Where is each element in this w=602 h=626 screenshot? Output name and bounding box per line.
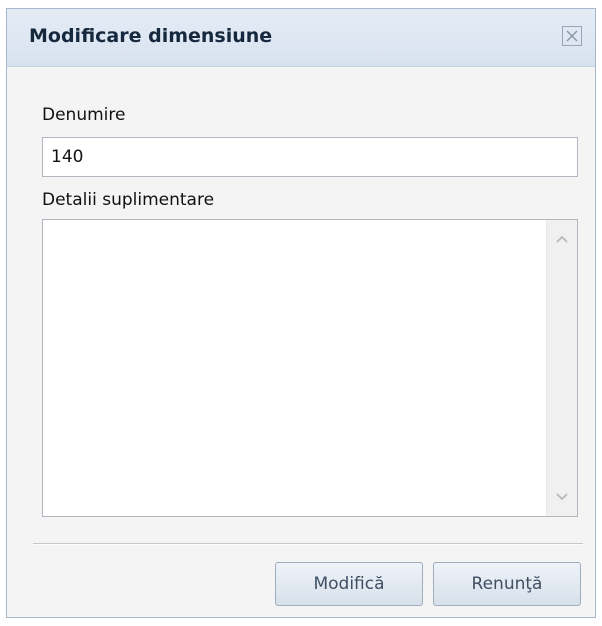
dialog-body: Denumire Detalii suplimentare Modifică bbox=[7, 67, 595, 617]
name-label: Denumire bbox=[42, 105, 126, 125]
details-textarea-container bbox=[42, 219, 578, 517]
name-input[interactable] bbox=[42, 137, 578, 177]
vertical-scrollbar[interactable] bbox=[546, 220, 577, 516]
edit-dimension-dialog: Modificare dimensiune Denumire Detalii s… bbox=[6, 8, 596, 618]
modify-button[interactable]: Modifică bbox=[275, 562, 423, 606]
dialog-titlebar: Modificare dimensiune bbox=[7, 9, 595, 67]
close-icon[interactable] bbox=[561, 25, 583, 47]
dialog-title: Modificare dimensiune bbox=[29, 25, 273, 47]
scroll-down-icon[interactable] bbox=[554, 488, 570, 504]
cancel-button[interactable]: Renunţă bbox=[433, 562, 581, 606]
details-textarea[interactable] bbox=[43, 220, 547, 516]
details-label: Detalii suplimentare bbox=[42, 190, 215, 210]
footer-divider bbox=[33, 543, 583, 545]
scroll-up-icon[interactable] bbox=[554, 232, 570, 248]
